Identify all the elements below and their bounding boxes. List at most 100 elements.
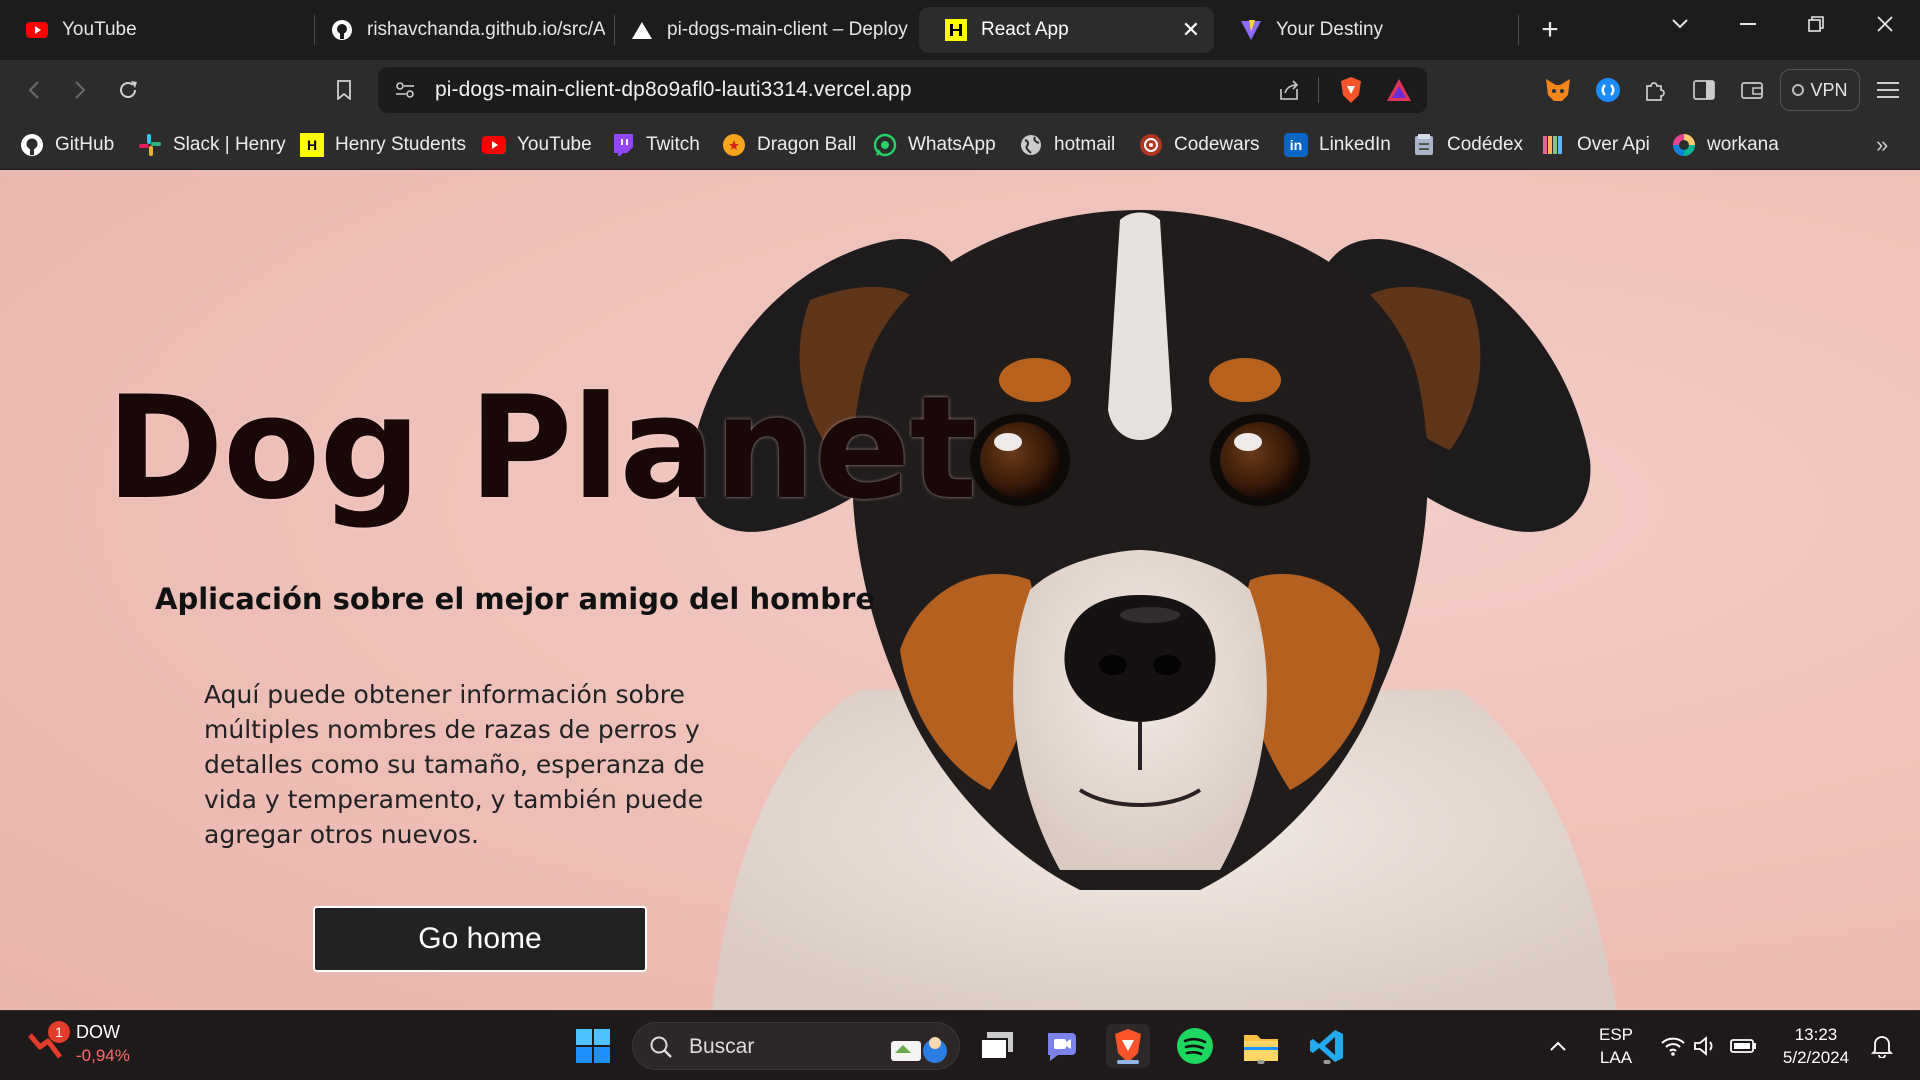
bookmark-icon[interactable] [324, 70, 364, 110]
workana-icon [1672, 133, 1696, 157]
bookmark-over-api[interactable]: Over Api [1542, 129, 1650, 161]
codewars-icon [1139, 133, 1163, 157]
overapi-icon [1542, 133, 1566, 157]
bookmark-label: workana [1707, 134, 1779, 155]
restore-button[interactable] [1786, 0, 1846, 48]
youtube-icon [482, 133, 506, 157]
tab-label: YouTube [62, 19, 137, 40]
codedex-icon [1412, 133, 1436, 157]
open-indicator [1257, 1060, 1265, 1064]
spotify-icon[interactable] [1173, 1024, 1217, 1068]
tab-react-app[interactable]: React App ✕ [919, 7, 1214, 53]
vite-icon [1240, 19, 1262, 41]
menu-icon[interactable] [1872, 74, 1904, 106]
tab-divider [1518, 15, 1519, 45]
tab-youtube[interactable]: YouTube [0, 7, 300, 53]
dragonball-icon [722, 133, 746, 157]
windows-start-icon[interactable] [571, 1024, 615, 1068]
extensions-icon[interactable] [1638, 74, 1670, 106]
search-icon [649, 1035, 673, 1064]
file-explorer-icon[interactable] [1239, 1024, 1283, 1068]
bookmark-hotmail[interactable]: hotmail [1019, 129, 1115, 161]
bookmark-linkedin[interactable]: in LinkedIn [1284, 129, 1391, 161]
bookmark-henry-students[interactable]: H Henry Students [300, 129, 466, 161]
taskbar-search[interactable]: Buscar [632, 1022, 960, 1070]
tab-search-icon[interactable] [1650, 0, 1710, 48]
open-indicator [1323, 1060, 1331, 1064]
go-home-button[interactable]: Go home [313, 906, 647, 972]
bookmark-codedex[interactable]: Codédex [1412, 129, 1523, 161]
bookmark-slack[interactable]: Slack | Henry [138, 129, 286, 161]
bookmark-label: LinkedIn [1319, 134, 1391, 155]
notification-bell-icon[interactable] [1860, 1024, 1904, 1068]
tab-github[interactable]: rishavchanda.github.io/src/Ap [305, 7, 605, 53]
share-icon[interactable] [1278, 79, 1300, 106]
notification-badge: 1 [48, 1021, 70, 1043]
reload-button[interactable] [108, 70, 148, 110]
henry-icon [945, 19, 967, 41]
landing-page: Dog Planet Aplicación sobre el mejor ami… [0, 170, 1920, 1010]
back-button[interactable] [14, 70, 54, 110]
clock[interactable]: 13:23 5/2/2024 [1776, 1023, 1856, 1069]
brave-taskbar-icon[interactable] [1106, 1024, 1150, 1068]
bookmark-codewars[interactable]: Codewars [1139, 129, 1260, 161]
keyboard-layout: LAA [1599, 1048, 1633, 1067]
search-highlight-icon [885, 1029, 949, 1070]
youtube-icon [26, 19, 48, 41]
twitch-icon [611, 133, 635, 157]
search-placeholder: Buscar [689, 1035, 755, 1058]
github-icon [331, 19, 353, 41]
teams-chat-icon[interactable] [1040, 1024, 1084, 1068]
stock-name: DOW [76, 1022, 120, 1042]
windows-taskbar: 1 DOW -0,94% Buscar ESP LAA 13:23 5/2/20… [0, 1010, 1920, 1080]
tab-vercel[interactable]: pi-dogs-main-client – Deploy [605, 7, 910, 53]
tab-your-destiny[interactable]: Your Destiny [1214, 7, 1514, 53]
clock-time: 13:23 [1794, 1025, 1838, 1044]
tab-label: rishavchanda.github.io/src/Ap [367, 19, 605, 40]
bookmark-label: Codédex [1447, 134, 1524, 155]
bookmarks-bar: GitHub Slack | Henry H Henry Students Yo… [0, 120, 1920, 170]
tab-label: React App [981, 19, 1069, 40]
bookmark-label: Slack | Henry [173, 134, 286, 155]
battery-icon[interactable] [1722, 1024, 1766, 1068]
sidebar-icon[interactable] [1688, 74, 1720, 106]
bookmark-label: YouTube [517, 134, 592, 155]
more-bookmarks-icon[interactable]: » [1876, 129, 1888, 161]
bookmark-youtube[interactable]: YouTube [482, 129, 592, 161]
tab-label: pi-dogs-main-client – Deploy [667, 19, 908, 40]
brave-shields-icon[interactable] [1338, 76, 1364, 109]
bookmark-dragon-ball[interactable]: Dragon Ball [722, 129, 856, 161]
bookmark-twitch[interactable]: Twitch [611, 129, 700, 161]
close-window-button[interactable] [1855, 0, 1915, 48]
page-description: Aquí puede obtener información sobre múl… [204, 680, 705, 849]
globe-icon [1019, 133, 1043, 157]
site-settings-icon[interactable] [394, 79, 416, 106]
bookmark-label: hotmail [1054, 134, 1116, 155]
minimize-button[interactable] [1718, 0, 1778, 48]
close-tab-icon[interactable]: ✕ [1178, 17, 1204, 43]
language-indicator[interactable]: ESP LAA [1596, 1023, 1636, 1069]
task-view-icon[interactable] [975, 1024, 1019, 1068]
address-bar[interactable]: pi-dogs-main-client-dp8o9afl0-lauti3314.… [378, 67, 1427, 113]
clock-date: 5/2/2024 [1782, 1048, 1850, 1067]
bookmark-whatsapp[interactable]: WhatsApp [873, 129, 996, 161]
page-subtitle: Aplicación sobre el mejor amigo del homb… [155, 582, 875, 616]
vpn-label: VPN [1810, 79, 1848, 100]
metamask-icon[interactable] [1542, 74, 1574, 106]
whatsapp-icon [873, 133, 897, 157]
bookmark-label: Codewars [1174, 134, 1260, 155]
bookmark-label: GitHub [55, 134, 115, 155]
new-tab-button[interactable]: + [1530, 10, 1570, 50]
brave-rewards-icon[interactable] [1386, 78, 1412, 107]
wallet-icon[interactable] [1736, 74, 1768, 106]
shazam-icon[interactable] [1592, 74, 1624, 106]
bookmark-github[interactable]: GitHub [20, 129, 114, 161]
vscode-icon[interactable] [1305, 1024, 1349, 1068]
vpn-button[interactable]: VPN [1780, 69, 1860, 111]
show-hidden-icons[interactable] [1536, 1024, 1580, 1068]
forward-button[interactable] [60, 70, 100, 110]
vercel-icon [631, 19, 653, 41]
bookmark-label: Over Api [1577, 134, 1650, 155]
bookmark-workana[interactable]: workana [1672, 129, 1779, 161]
github-icon [20, 133, 44, 157]
